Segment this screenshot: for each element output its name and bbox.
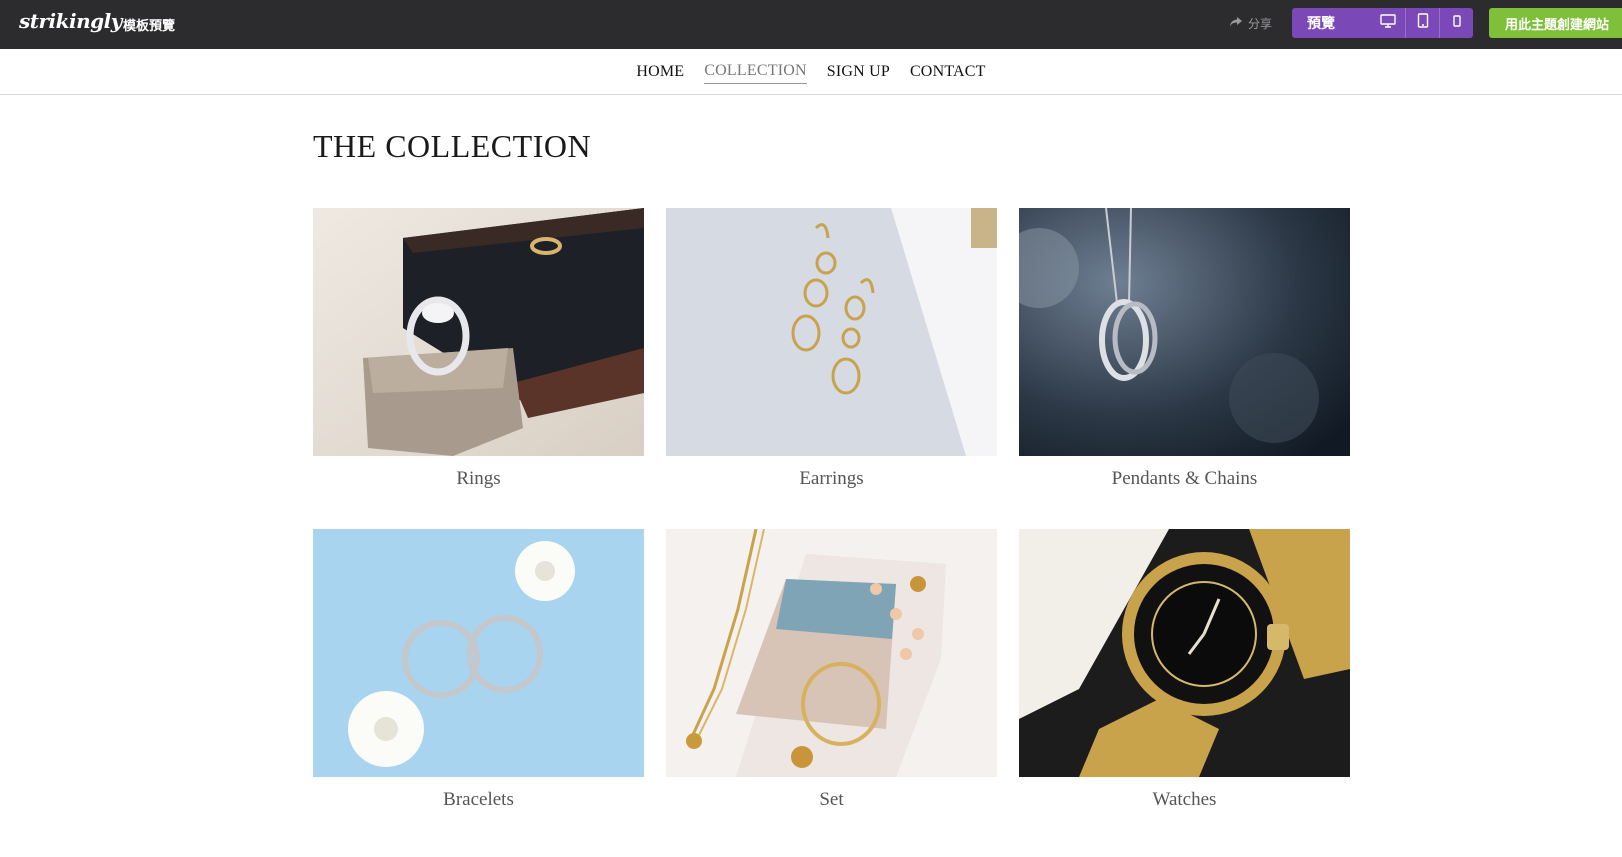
collection-card-earrings[interactable]: Earrings <box>666 208 997 492</box>
watches-image[interactable] <box>1019 529 1350 777</box>
share-label: 分享 <box>1248 16 1273 31</box>
desktop-view-button[interactable] <box>1371 8 1405 38</box>
card-label: Rings <box>456 468 501 489</box>
earrings-image[interactable] <box>666 208 997 456</box>
collection-card-pendants[interactable]: Pendants & Chains <box>1019 208 1350 492</box>
share-icon <box>1229 16 1243 31</box>
tablet-icon <box>1417 13 1429 33</box>
collection-grid: Rings Earrings Pendants & Chains Bracele… <box>313 208 1351 813</box>
collection-card-watches[interactable]: Watches <box>1019 529 1350 813</box>
preview-button[interactable]: 預覽 <box>1292 8 1371 38</box>
desktop-icon <box>1380 13 1396 33</box>
brand-logo[interactable]: strikingly <box>19 9 122 33</box>
mobile-view-button[interactable] <box>1439 8 1473 38</box>
nav-contact[interactable]: CONTACT <box>910 60 986 84</box>
rings-image[interactable] <box>313 208 644 456</box>
collection-card-bracelets[interactable]: Bracelets <box>313 529 644 813</box>
create-site-button[interactable]: 用此主題創建網站 <box>1489 8 1622 38</box>
site-navigation: HOME COLLECTION SIGN UP CONTACT <box>0 49 1622 95</box>
editor-toolbar: strikingly 模板預覽 分享 預覽 用此主題創建網站 <box>0 0 1622 49</box>
nav-sign-up[interactable]: SIGN UP <box>827 60 890 84</box>
pendants-image[interactable] <box>1019 208 1350 456</box>
preview-controls: 預覽 <box>1292 8 1473 38</box>
nav-collection[interactable]: COLLECTION <box>704 59 807 84</box>
mobile-icon <box>1452 14 1461 32</box>
template-preview-label: 模板預覽 <box>123 19 176 34</box>
collection-card-set[interactable]: Set <box>666 529 997 813</box>
card-label: Bracelets <box>443 789 514 810</box>
card-label: Earrings <box>799 468 864 489</box>
card-label: Watches <box>1152 789 1217 810</box>
page-title: THE COLLECTION <box>313 128 592 164</box>
card-label: Pendants & Chains <box>1111 468 1258 489</box>
set-image[interactable] <box>666 529 997 777</box>
nav-home[interactable]: HOME <box>636 60 684 84</box>
share-button[interactable]: 分享 <box>1229 13 1272 33</box>
collection-card-rings[interactable]: Rings <box>313 208 644 492</box>
bracelets-image[interactable] <box>313 529 644 777</box>
card-label: Set <box>819 789 844 810</box>
tablet-view-button[interactable] <box>1405 8 1439 38</box>
